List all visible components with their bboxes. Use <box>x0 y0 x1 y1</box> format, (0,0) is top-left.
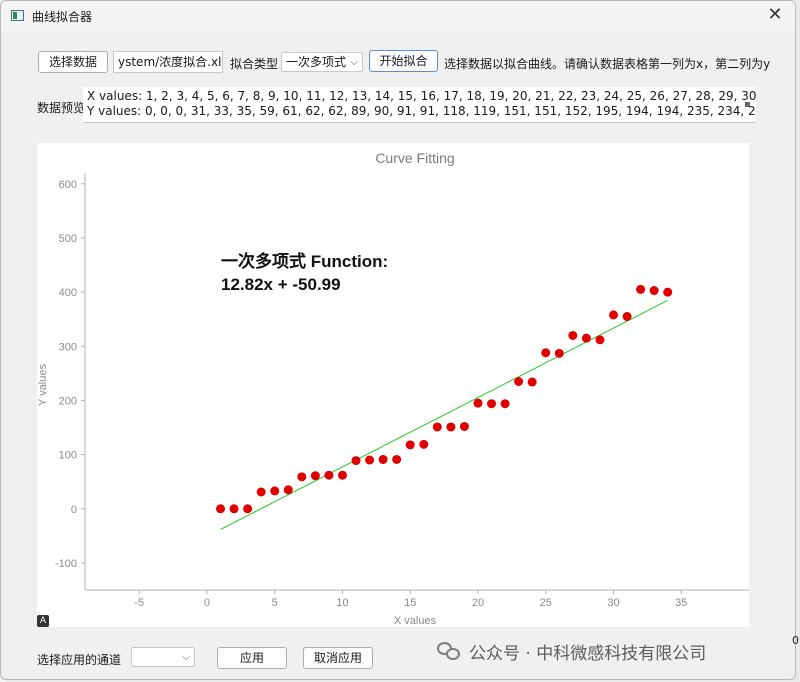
curve-fitter-window: 曲线拟合器 ✕ 选择数据 ystem/浓度拟合.xlsx 拟合类型 一次多项式 … <box>0 0 796 680</box>
preview-x-values: X values: 1, 2, 3, 4, 5, 6, 7, 8, 9, 10,… <box>87 89 756 103</box>
data-point <box>310 471 320 481</box>
data-point <box>432 422 442 432</box>
y-tick-label: 100 <box>59 450 77 462</box>
data-point <box>270 486 280 496</box>
data-point <box>636 284 646 294</box>
data-point <box>554 348 564 358</box>
chevron-down-icon: ⌵ <box>182 652 190 663</box>
fit-annotation-line1: 一次多项式 Function: <box>221 251 388 271</box>
y-ticks: -100 0 100 200 300 400 500 600 <box>55 179 85 570</box>
chart-area: Curve Fitting -5 0 5 10 15 20 25 30 35 -100 0 100 2… <box>37 143 749 627</box>
x-tick-label: 35 <box>675 597 687 609</box>
data-point <box>608 310 618 320</box>
data-point <box>527 377 537 387</box>
data-point <box>243 504 253 514</box>
y-tick-label: 500 <box>59 233 77 245</box>
data-point <box>297 472 307 482</box>
data-point <box>351 456 361 466</box>
data-point <box>663 287 673 297</box>
data-point <box>473 398 483 408</box>
fit-type-select[interactable]: 一次多项式 ⌵ <box>281 52 363 72</box>
data-point <box>378 454 388 464</box>
data-point <box>459 421 469 431</box>
fit-line <box>220 299 668 530</box>
wechat-icon <box>437 641 461 662</box>
x-tick-label: 0 <box>204 597 210 609</box>
select-data-button[interactable]: 选择数据 <box>38 51 108 73</box>
fit-type-label: 拟合类型 <box>230 57 279 71</box>
data-point <box>541 348 551 358</box>
x-tick-label: -5 <box>134 597 144 609</box>
x-ticks: -5 0 5 10 15 20 25 30 35 <box>134 590 687 609</box>
data-point <box>365 455 375 465</box>
data-point <box>337 470 347 480</box>
curve-fitting-chart: Curve Fitting -5 0 5 10 15 20 25 30 35 -100 0 100 2… <box>37 150 749 627</box>
y-tick-label: 0 <box>71 504 77 516</box>
data-point <box>500 399 510 409</box>
fit-annotation-line2: 12.82x + -50.99 <box>221 275 341 294</box>
file-path-field[interactable]: ystem/浓度拟合.xlsx <box>113 51 223 73</box>
channel-label: 选择应用的通道 <box>37 653 122 667</box>
y-axis-label: Y values <box>37 364 49 406</box>
chart-title: Curve Fitting <box>375 150 454 166</box>
channel-select[interactable]: ⌵ <box>131 647 195 667</box>
fit-type-value: 一次多项式 <box>286 55 347 69</box>
a-icon[interactable]: A <box>37 615 49 627</box>
data-point <box>324 470 334 480</box>
data-point <box>229 504 239 514</box>
preview-y-values: Y values: 0, 0, 0, 31, 33, 35, 59, 61, 6… <box>87 104 756 118</box>
data-point <box>568 330 578 340</box>
app-icon <box>11 10 24 21</box>
data-point <box>487 399 497 409</box>
cancel-apply-button[interactable]: 取消应用 <box>303 647 373 669</box>
data-point <box>581 333 591 343</box>
y-tick-label: 600 <box>59 179 77 191</box>
apply-button[interactable]: 应用 <box>217 647 287 669</box>
x-tick-label: 20 <box>472 597 484 609</box>
x-axis-label: X values <box>394 615 437 627</box>
data-point <box>283 485 293 495</box>
close-button[interactable]: ✕ <box>761 4 789 28</box>
y-tick-label: 400 <box>59 287 77 299</box>
watermark: 公众号 · 中科微感科技有限公司 <box>437 639 706 664</box>
data-points <box>216 284 673 514</box>
hint-text: 选择数据以拟合曲线。请确认数据表格第一列为x，第二列为y <box>444 57 771 71</box>
x-tick-label: 15 <box>404 597 416 609</box>
preview-scroll-handle[interactable] <box>745 102 750 107</box>
edge-glyph: 0 <box>792 634 799 647</box>
preview-label: 数据预览 <box>37 101 86 115</box>
chevron-down-icon: ⌵ <box>350 57 358 68</box>
y-tick-label: 200 <box>59 395 77 407</box>
y-tick-label: 300 <box>59 341 77 353</box>
start-fit-button[interactable]: 开始拟合 <box>369 50 438 72</box>
data-point <box>514 377 524 386</box>
data-point <box>405 440 415 450</box>
data-point <box>622 312 632 322</box>
window-title: 曲线拟合器 <box>32 10 93 24</box>
data-point <box>649 286 659 296</box>
data-point <box>446 422 456 432</box>
x-tick-label: 25 <box>540 597 552 609</box>
y-tick-label: -100 <box>55 558 77 570</box>
data-point <box>419 439 429 449</box>
x-tick-label: 5 <box>272 597 278 609</box>
data-preview-box[interactable]: X values: 1, 2, 3, 4, 5, 6, 7, 8, 9, 10,… <box>83 87 756 123</box>
data-point <box>216 504 226 514</box>
x-tick-label: 30 <box>607 597 619 609</box>
data-point <box>595 335 605 345</box>
watermark-text: 公众号 · 中科微感科技有限公司 <box>469 644 707 664</box>
x-tick-label: 10 <box>336 597 348 609</box>
data-point <box>256 487 266 497</box>
data-point <box>392 454 402 464</box>
title-bar: 曲线拟合器 ✕ <box>1 1 795 31</box>
